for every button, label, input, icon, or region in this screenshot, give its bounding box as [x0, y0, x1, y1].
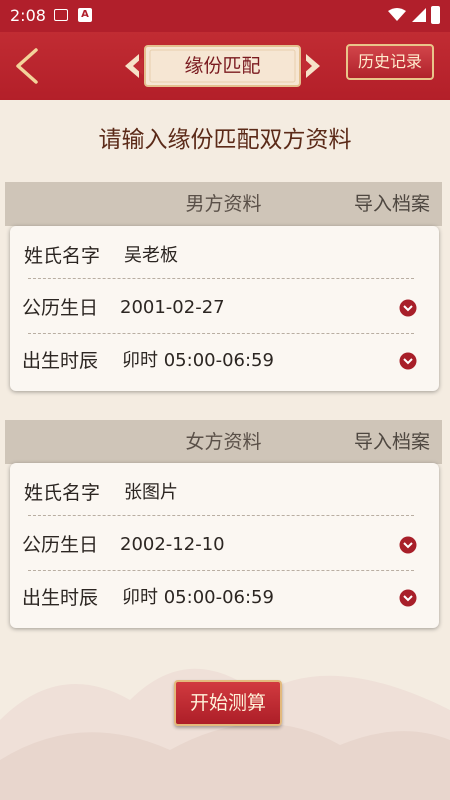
name-value: 吴老板: [124, 245, 178, 266]
chevron-down-icon[interactable]: [399, 352, 417, 370]
divider: [28, 570, 414, 571]
birthtime-value: 卯时 05:00-06:59: [122, 587, 274, 608]
birthtime-label: 出生时辰: [22, 350, 99, 372]
page-title: 缘份匹配: [184, 55, 261, 77]
status-time: 2:08: [10, 6, 46, 25]
back-icon[interactable]: [10, 46, 46, 86]
chevron-down-icon[interactable]: [399, 299, 417, 317]
page-title-plate: 缘份匹配: [125, 42, 320, 90]
birthday-value: 2001-02-27: [120, 297, 225, 318]
history-button[interactable]: 历史记录: [346, 44, 434, 80]
female-import-button[interactable]: 导入档案: [354, 420, 430, 464]
name-label: 姓氏名字: [24, 245, 101, 267]
birthtime-value: 卯时 05:00-06:59: [122, 350, 274, 371]
divider: [28, 333, 414, 334]
divider: [28, 515, 414, 516]
battery-icon: [431, 6, 440, 24]
header-bar: 缘份匹配 历史记录: [0, 32, 450, 100]
male-birthday-row[interactable]: 公历生日 2001-02-27: [10, 283, 439, 333]
birthday-label: 公历生日: [22, 534, 99, 556]
male-info-card: 姓氏名字 吴老板 公历生日 2001-02-27 出生时辰 卯时 05:00-0…: [10, 226, 439, 391]
divider: [28, 278, 414, 279]
male-birthtime-row[interactable]: 出生时辰 卯时 05:00-06:59: [10, 336, 439, 386]
birthtime-label: 出生时辰: [22, 587, 99, 609]
male-section-header: 男方资料 导入档案: [5, 182, 442, 226]
start-calculation-button[interactable]: 开始测算: [174, 680, 282, 726]
image-notification-icon: [54, 9, 68, 21]
female-info-card: 姓氏名字 张图片 公历生日 2002-12-10 出生时辰 卯时 05:00-0…: [10, 463, 439, 628]
signal-icon: [412, 8, 426, 22]
female-birthday-row[interactable]: 公历生日 2002-12-10: [10, 520, 439, 570]
page-heading: 请输入缘份匹配双方资料: [98, 127, 352, 153]
wifi-icon: [388, 8, 406, 21]
female-name-row[interactable]: 姓氏名字 张图片: [10, 468, 439, 518]
name-value: 张图片: [124, 482, 178, 503]
chevron-down-icon[interactable]: [399, 536, 417, 554]
birthday-value: 2002-12-10: [120, 534, 225, 555]
female-section-header: 女方资料 导入档案: [5, 420, 442, 464]
name-label: 姓氏名字: [24, 482, 101, 504]
status-bar: 2:08 A: [0, 0, 450, 32]
male-name-row[interactable]: 姓氏名字 吴老板: [10, 231, 439, 281]
birthday-label: 公历生日: [22, 297, 99, 319]
male-import-button[interactable]: 导入档案: [354, 182, 430, 226]
female-birthtime-row[interactable]: 出生时辰 卯时 05:00-06:59: [10, 573, 439, 623]
app-notification-icon: A: [78, 8, 92, 22]
chevron-down-icon[interactable]: [399, 589, 417, 607]
